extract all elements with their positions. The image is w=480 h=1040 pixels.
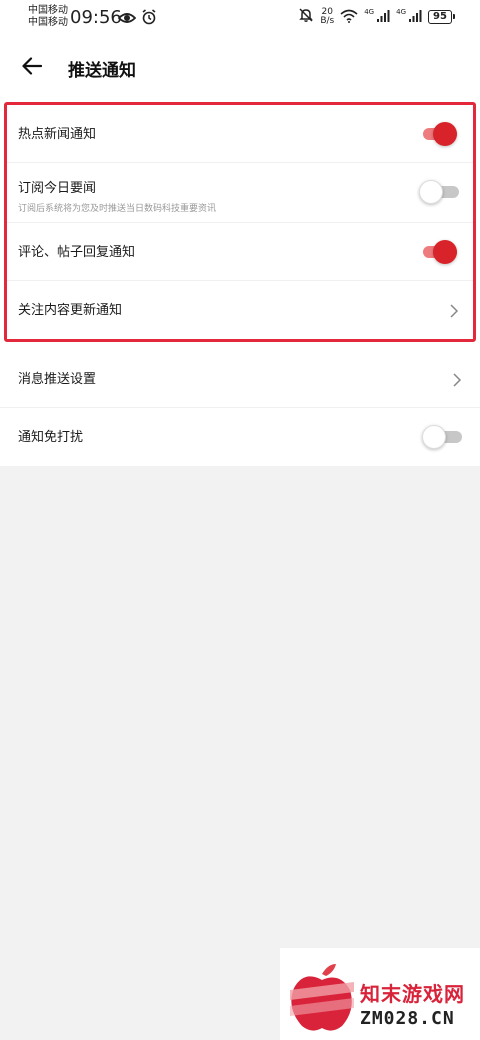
setting-row-do-not-disturb[interactable]: 通知免打扰 (0, 408, 480, 466)
setting-label: 通知免打扰 (18, 430, 84, 445)
setting-label: 关注内容更新通知 (18, 303, 123, 318)
hot-news-toggle[interactable] (419, 122, 457, 146)
setting-label: 评论、帖子回复通知 (18, 245, 136, 260)
top-area: 中国移动 中国移动 09:56 20 B/s 4G 4G 95 推送通知 热点新… (0, 0, 480, 466)
wifi-icon (340, 8, 358, 27)
watermark-logo (284, 960, 360, 1040)
carrier-1: 中国移动 (28, 5, 68, 16)
net-speed-unit: B/s (320, 16, 335, 26)
setting-label: 消息推送设置 (18, 372, 97, 387)
watermark-name: 知末游戏网 (360, 982, 465, 1006)
page-title: 推送通知 (68, 61, 136, 81)
setting-label: 热点新闻通知 (18, 127, 97, 142)
highlighted-group: 热点新闻通知 订阅今日要闻 订阅后系统将为您及时推送当日数码科技重要资讯 评论、… (4, 102, 476, 342)
status-bar: 中国移动 中国移动 09:56 20 B/s 4G 4G 95 (0, 0, 480, 34)
daily-news-toggle[interactable] (419, 180, 459, 204)
carrier-2: 中国移动 (28, 17, 68, 28)
setting-row-reply-notify[interactable]: 评论、帖子回复通知 (7, 223, 473, 281)
battery-level: 95 (433, 11, 447, 22)
do-not-disturb-toggle[interactable] (422, 425, 462, 449)
setting-label: 订阅今日要闻 (18, 181, 97, 196)
status-icons: 20 B/s 4G 4G 95 (298, 6, 455, 28)
chevron-right-icon (449, 303, 459, 318)
setting-row-follow-update[interactable]: 关注内容更新通知 (7, 281, 473, 339)
back-button[interactable] (16, 52, 48, 84)
signal-label-1: 4G (364, 8, 375, 16)
mute-bell-icon (298, 7, 314, 27)
signal-icon-2 (408, 8, 422, 27)
watermark-url: ZM028.CN (360, 1008, 455, 1029)
status-time: 09:56 (70, 7, 122, 28)
setting-row-hot-news[interactable]: 热点新闻通知 (7, 105, 473, 163)
signal-label-2: 4G (396, 8, 406, 16)
carrier-info: 中国移动 中国移动 (28, 5, 68, 29)
setting-row-daily-news[interactable]: 订阅今日要闻 订阅后系统将为您及时推送当日数码科技重要资讯 (7, 163, 473, 223)
eye-icon (117, 10, 137, 29)
battery-indicator: 95 (428, 10, 455, 24)
alarm-icon (141, 9, 157, 29)
setting-row-push-settings[interactable]: 消息推送设置 (0, 350, 480, 408)
watermark: 知末游戏网 ZM028.CN (280, 948, 480, 1040)
reply-notify-toggle[interactable] (419, 240, 457, 264)
chevron-right-icon (452, 372, 462, 387)
signal-icon-1 (376, 8, 390, 27)
back-arrow-icon (22, 57, 43, 79)
net-speed: 20 B/s (320, 8, 334, 26)
setting-description: 订阅后系统将为您及时推送当日数码科技重要资讯 (18, 204, 217, 214)
header: 推送通知 (0, 34, 480, 102)
settings-list: 热点新闻通知 订阅今日要闻 订阅后系统将为您及时推送当日数码科技重要资讯 评论、… (0, 102, 480, 466)
